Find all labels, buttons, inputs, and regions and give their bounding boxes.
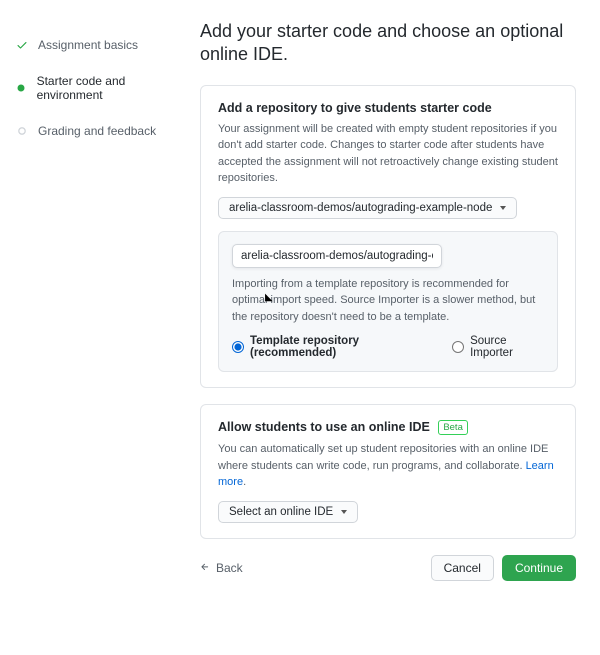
ide-select-button[interactable]: Select an online IDE: [218, 501, 358, 523]
radio-source-label: Source Importer: [470, 335, 544, 359]
circle-icon: [16, 125, 28, 137]
footer: Back Cancel Continue: [200, 555, 576, 581]
page-title: Add your starter code and choose an opti…: [200, 20, 576, 67]
dot-icon: [16, 82, 27, 94]
repo-select-button[interactable]: arelia-classroom-demos/autograding-examp…: [218, 197, 517, 219]
arrow-left-icon: [200, 561, 210, 575]
continue-button[interactable]: Continue: [502, 555, 576, 581]
caret-down-icon: [341, 510, 347, 514]
radio-template-repository[interactable]: Template repository (recommended): [232, 335, 430, 359]
radio-template-input[interactable]: [232, 341, 244, 353]
back-label: Back: [216, 561, 243, 575]
cancel-button[interactable]: Cancel: [431, 555, 494, 581]
check-icon: [16, 39, 28, 51]
sidebar-item-label: Grading and feedback: [38, 124, 156, 138]
beta-badge: Beta: [438, 420, 468, 435]
radio-source-importer[interactable]: Source Importer: [452, 335, 544, 359]
main-content: Add your starter code and choose an opti…: [200, 20, 576, 581]
sidebar-item-grading-feedback[interactable]: Grading and feedback: [16, 118, 176, 144]
import-radio-group: Template repository (recommended) Source…: [232, 335, 544, 359]
import-note: Importing from a template repository is …: [232, 276, 544, 326]
radio-source-input[interactable]: [452, 341, 464, 353]
sidebar-item-label: Assignment basics: [38, 38, 138, 52]
caret-down-icon: [500, 206, 506, 210]
repo-filter-input[interactable]: [232, 244, 442, 268]
back-link[interactable]: Back: [200, 561, 243, 575]
radio-template-label: Template repository (recommended): [250, 335, 430, 359]
ide-select-label: Select an online IDE: [229, 506, 333, 518]
sidebar-item-assignment-basics[interactable]: Assignment basics: [16, 32, 176, 58]
starter-code-panel: Add a repository to give students starte…: [200, 85, 576, 389]
repo-select-label: arelia-classroom-demos/autograding-examp…: [229, 202, 492, 214]
import-options-box: Importing from a template repository is …: [218, 231, 558, 373]
ide-desc: You can automatically set up student rep…: [218, 441, 558, 491]
sidebar-item-label: Starter code and environment: [37, 74, 176, 102]
footer-buttons: Cancel Continue: [431, 555, 576, 581]
ide-heading: Allow students to use an online IDE Beta: [218, 420, 558, 435]
starter-code-desc: Your assignment will be created with emp…: [218, 121, 558, 187]
starter-code-heading: Add a repository to give students starte…: [218, 101, 558, 115]
sidebar-item-starter-code[interactable]: Starter code and environment: [16, 68, 176, 108]
ide-panel: Allow students to use an online IDE Beta…: [200, 404, 576, 539]
sidebar: Assignment basics Starter code and envir…: [16, 20, 176, 581]
